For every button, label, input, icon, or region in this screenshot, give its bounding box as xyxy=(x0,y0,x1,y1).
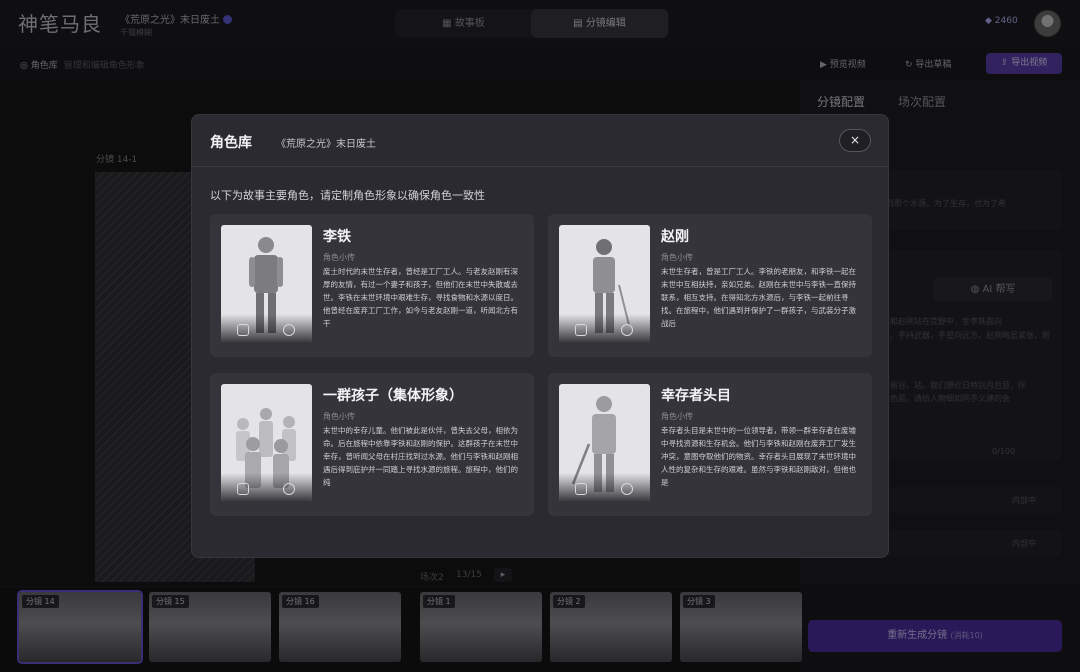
character-portrait[interactable] xyxy=(221,384,312,501)
character-bio-label: 角色小传 xyxy=(661,412,693,421)
portrait-shade xyxy=(559,473,650,501)
character-bio-label: 角色小传 xyxy=(661,253,693,262)
character-bio: 末世生存者，曾是工厂工人。李铁的老朋友，和李铁一起在末世中互相扶持，亲如兄弟。赵… xyxy=(661,267,856,328)
character-bio-label: 角色小传 xyxy=(323,412,355,421)
close-icon: × xyxy=(849,133,861,147)
character-library-modal: 角色库 《荒原之光》末日废土 × 以下为故事主要角色，请定制角色形象以确保角色一… xyxy=(191,114,889,558)
character-portrait[interactable] xyxy=(559,384,650,501)
modal-description: 以下为故事主要角色，请定制角色形象以确保角色一致性 xyxy=(210,189,485,202)
close-button[interactable]: × xyxy=(839,129,871,152)
portrait-shade xyxy=(221,473,312,501)
modal-subtitle: 《荒原之光》末日废土 xyxy=(276,139,376,150)
character-card[interactable]: 赵刚 角色小传 末世生存者，曾是工厂工人。李铁的老朋友，和李铁一起在末世中互相扶… xyxy=(548,214,872,357)
character-portrait[interactable] xyxy=(221,225,312,342)
character-bio-label: 角色小传 xyxy=(323,253,355,262)
character-portrait[interactable] xyxy=(559,225,650,342)
portrait-shade xyxy=(221,314,312,342)
check-circle-icon[interactable] xyxy=(621,324,633,336)
character-card[interactable]: 幸存者头目 角色小传 幸存者头目是末世中的一位领导者，带领一群幸存者在废墟中寻找… xyxy=(548,373,872,516)
character-bio: 废土时代的末世生存者，曾经是工厂工人。与老友赵刚有深厚的友情，有过一个妻子和孩子… xyxy=(323,267,518,328)
check-circle-icon[interactable] xyxy=(283,324,295,336)
check-circle-icon[interactable] xyxy=(283,483,295,495)
character-bio: 幸存者头目是末世中的一位领导者，带领一群幸存者在废墟中寻找资源和生存机会。他们与… xyxy=(661,426,856,487)
character-name: 赵刚 xyxy=(661,229,689,245)
character-card[interactable]: 李铁 角色小传 废土时代的末世生存者，曾经是工厂工人。与老友赵刚有深厚的友情，有… xyxy=(210,214,534,357)
character-card[interactable]: 一群孩子（集体形象） 角色小传 末世中的幸存儿童。他们被此是伙伴，曾失去父母，相… xyxy=(210,373,534,516)
character-bio: 末世中的幸存儿童。他们被此是伙伴，曾失去父母，相依为命。后在旅程中依靠李铁和赵刚… xyxy=(323,426,518,487)
image-edit-icon[interactable] xyxy=(575,324,587,336)
character-name: 幸存者头目 xyxy=(661,388,731,404)
image-edit-icon[interactable] xyxy=(237,483,249,495)
modal-header: 角色库 《荒原之光》末日废土 × xyxy=(192,115,888,167)
modal-title: 角色库 xyxy=(210,135,252,151)
check-circle-icon[interactable] xyxy=(621,483,633,495)
character-name: 一群孩子（集体形象） xyxy=(323,388,463,404)
image-edit-icon[interactable] xyxy=(575,483,587,495)
image-edit-icon[interactable] xyxy=(237,324,249,336)
character-name: 李铁 xyxy=(323,229,351,245)
portrait-shade xyxy=(559,314,650,342)
